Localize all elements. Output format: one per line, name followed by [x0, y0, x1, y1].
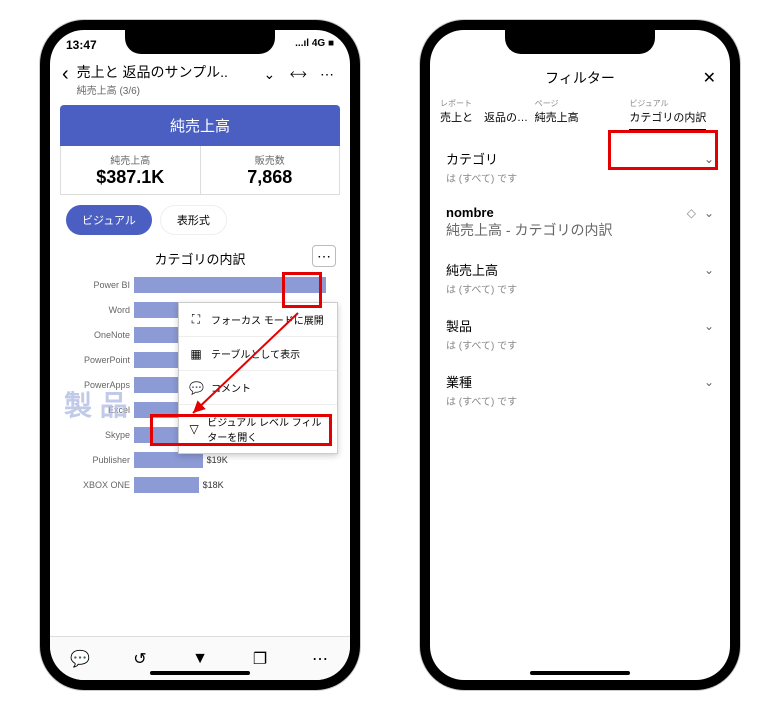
filter-industry[interactable]: 業種⌄ は (すべて) です	[430, 362, 730, 418]
kpi-net-sales-value: $387.1K	[67, 167, 194, 188]
screen-left: 13:47 ...ıl 4G ■ ‹ 売上と 返品のサンプル.. 純売上高 (3…	[50, 30, 350, 680]
toolbar-comment-button[interactable]: 💬	[60, 649, 100, 669]
bar-label: Publisher	[64, 455, 134, 465]
toolbar-more-button[interactable]: ⋯	[300, 649, 340, 669]
home-indicator	[530, 671, 630, 675]
kpi-row: 純売上高 $387.1K 販売数 7,868	[60, 146, 340, 195]
tab-tabular[interactable]: 表形式	[160, 205, 227, 235]
header-subtitle: 純売上高 (3/6)	[77, 82, 252, 97]
bar-label: Power BI	[64, 280, 134, 290]
bar	[134, 277, 326, 293]
bar-row[interactable]: XBOX ONE $18K	[64, 474, 336, 496]
dropdown-icon[interactable]: ⌄	[259, 62, 279, 87]
notch	[505, 30, 655, 54]
menu-open-visual-filters[interactable]: ▽ビジュアル レベル フィルターを開く	[179, 404, 337, 453]
tab-visual[interactable]: ビジュアル	[66, 205, 152, 235]
notch	[125, 30, 275, 54]
filter-category[interactable]: カテゴリ⌄ は (すべて) です	[430, 139, 730, 195]
kpi-units[interactable]: 販売数 7,868	[200, 146, 340, 194]
tab-report[interactable]: レポート 売上と 返品のサンプル..	[440, 98, 531, 133]
bar-label: Excel	[64, 405, 134, 415]
home-indicator	[150, 671, 250, 675]
bar-label: OneNote	[64, 330, 134, 340]
filters-title: フィルター	[545, 68, 615, 88]
menu-show-as-table[interactable]: ▦テーブルとして表示	[179, 336, 337, 370]
toolbar-pages-button[interactable]: ❐	[240, 649, 280, 669]
bar	[134, 452, 203, 468]
phone-right: フィルター ✕ レポート 売上と 返品のサンプル.. ページ 純売上高 ビジュア…	[420, 20, 740, 690]
kpi-units-label: 販売数	[207, 152, 334, 167]
bar-label: Word	[64, 305, 134, 315]
bar-label: PowerPoint	[64, 355, 134, 365]
chart-title: カテゴリの内訳	[154, 252, 245, 267]
tab-page[interactable]: ページ 純売上高	[535, 98, 626, 133]
filter-nombre[interactable]: nombre◇⌄ 純売上高 - カテゴリの内訳	[430, 195, 730, 250]
chevron-down-icon: ⌄	[704, 319, 714, 333]
filter-product[interactable]: 製品⌄ は (すべて) です	[430, 306, 730, 362]
menu-comment[interactable]: 💬コメント	[179, 370, 337, 404]
chart-more-button[interactable]: ⋯	[312, 245, 336, 267]
menu-focus-mode[interactable]: ⛶フォーカス モードに展開	[179, 303, 337, 336]
bar-value: $19K	[203, 455, 228, 465]
filter-icon: ▽	[189, 422, 199, 436]
bar-chart[interactable]: 製 品 Power BIWordOneNotePowerPointPowerAp…	[50, 274, 350, 496]
chevron-down-icon: ⌄	[704, 206, 714, 220]
screen-right: フィルター ✕ レポート 売上と 返品のサンプル.. ページ 純売上高 ビジュア…	[430, 30, 730, 680]
status-time: 13:47	[66, 38, 97, 54]
comment-icon: 💬	[189, 381, 203, 395]
toolbar-reset-button[interactable]: ↺	[120, 649, 160, 669]
tab-visual-scope[interactable]: ビジュアル カテゴリの内訳	[629, 98, 720, 133]
chevron-down-icon: ⌄	[704, 152, 714, 166]
chevron-down-icon: ⌄	[704, 375, 714, 389]
kpi-units-value: 7,868	[207, 167, 334, 188]
segmented-control: ビジュアル 表形式	[50, 205, 350, 239]
page-header: ‹ 売上と 返品のサンプル.. 純売上高 (3/6) ⌄ ⤢ ⋯	[50, 54, 350, 105]
bar-row[interactable]: Power BI	[64, 274, 336, 296]
more-header-button[interactable]: ⋯	[316, 62, 338, 87]
kpi-net-sales-label: 純売上高	[67, 152, 194, 167]
eraser-icon[interactable]: ◇	[687, 206, 696, 220]
kpi-banner: 純売上高	[60, 105, 340, 146]
bar-label: XBOX ONE	[64, 480, 134, 490]
header-title: 売上と 返品のサンプル..	[77, 62, 252, 82]
kpi-net-sales[interactable]: 純売上高 $387.1K	[61, 146, 200, 194]
table-icon: ▦	[189, 347, 203, 361]
filters-header: フィルター ✕	[430, 54, 730, 98]
header-title-group[interactable]: 売上と 返品のサンプル.. 純売上高 (3/6)	[77, 62, 252, 97]
context-menu: ⛶フォーカス モードに展開 ▦テーブルとして表示 💬コメント ▽ビジュアル レベ…	[178, 302, 338, 454]
phone-left: 13:47 ...ıl 4G ■ ‹ 売上と 返品のサンプル.. 純売上高 (3…	[40, 20, 360, 690]
filter-scope-tabs: レポート 売上と 返品のサンプル.. ページ 純売上高 ビジュアル カテゴリの内…	[430, 98, 730, 139]
status-signal: ...ıl 4G ■	[295, 38, 334, 54]
back-button[interactable]: ‹	[62, 62, 69, 84]
close-button[interactable]: ✕	[703, 68, 716, 88]
chart-title-bar: カテゴリの内訳 ⋯	[50, 239, 350, 274]
toolbar-filter-button[interactable]: ▼	[180, 650, 220, 668]
bar-label: Skype	[64, 430, 134, 440]
expand-button[interactable]: ⤢	[287, 62, 308, 88]
chevron-down-icon: ⌄	[704, 263, 714, 277]
bar-label: PowerApps	[64, 380, 134, 390]
bar-value: $18K	[199, 480, 224, 490]
focus-icon: ⛶	[189, 312, 203, 327]
bar	[134, 477, 199, 493]
filter-net-sales[interactable]: 純売上高⌄ は (すべて) です	[430, 250, 730, 306]
